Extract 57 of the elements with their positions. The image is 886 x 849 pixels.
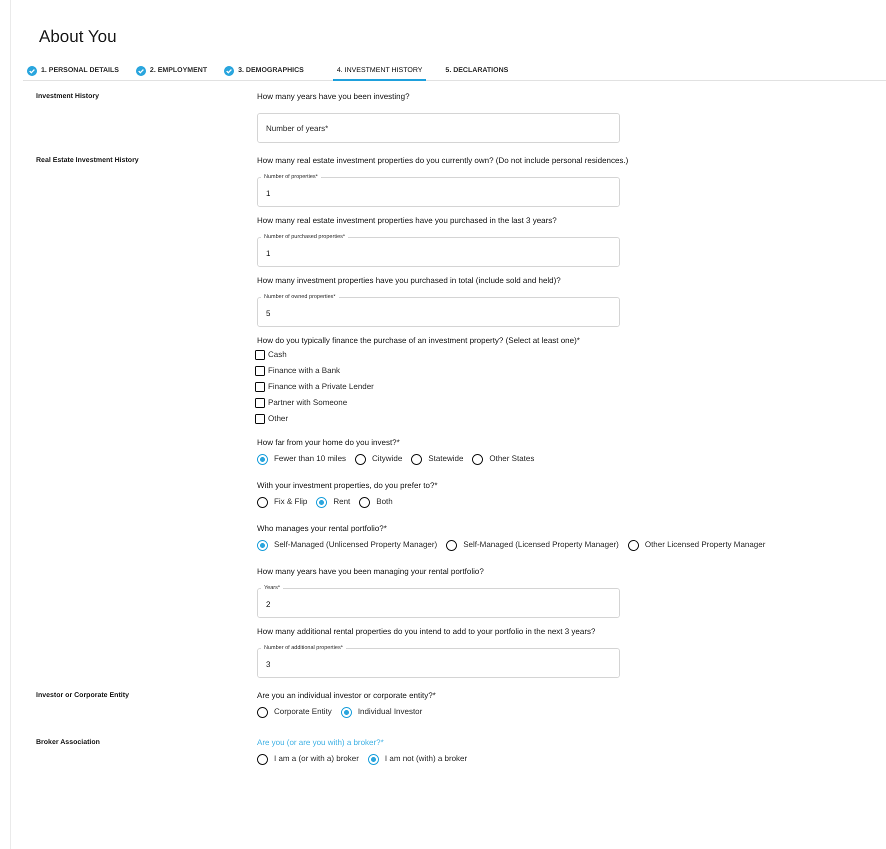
- page-title: About You: [39, 26, 118, 48]
- number-input[interactable]: 2: [258, 591, 619, 617]
- number-input[interactable]: 1: [258, 240, 619, 266]
- checkbox-label: Finance with a Bank: [268, 365, 340, 377]
- number-input[interactable]: Number of years*: [258, 114, 619, 142]
- question-text: Are you (or are you with) a broker?*: [257, 737, 385, 749]
- radio-button[interactable]: [355, 454, 366, 464]
- radio-label: Fewer than 10 miles: [274, 453, 346, 465]
- radio-label: Statewide: [428, 453, 464, 465]
- checkbox-label: Other: [268, 413, 288, 425]
- question-text: How far from your home do you invest?*: [257, 437, 401, 449]
- question-text: How many additional rental properties do you intend to add to your portfolio in the next 3 years?: [257, 626, 596, 638]
- radio-label: Fix & Flip: [274, 496, 308, 508]
- radio-label: Other Licensed Property Manager: [644, 539, 766, 551]
- number-input[interactable]: 5: [258, 300, 619, 326]
- radio-label: I am a (or with a) broker: [274, 753, 359, 765]
- question-text: How many real estate investment properties do you currently own? (Do not include personal residences.): [257, 155, 630, 167]
- radio-button[interactable]: [472, 454, 484, 464]
- checkbox-label: Finance with a Private Lender: [268, 381, 374, 393]
- checkbox[interactable]: [255, 398, 265, 408]
- radio-button[interactable]: [359, 496, 370, 508]
- number-input[interactable]: 3: [258, 651, 619, 677]
- checkbox[interactable]: [255, 350, 265, 360]
- radio-label: Citywide: [372, 453, 402, 465]
- question-text: How do you typically finance the purchase of an investment property? (Select at least one)*: [257, 335, 581, 347]
- radio-label: Both: [376, 496, 393, 508]
- radio-label: Corporate Entity: [274, 706, 332, 718]
- radio-button[interactable]: [257, 540, 268, 550]
- question-text: Are you an individual investor or corporate entity?*: [257, 690, 437, 702]
- radio-label: Self-Managed (Licensed Property Manager): [463, 539, 619, 551]
- checkbox-label: Partner with Someone: [268, 397, 348, 409]
- number-input[interactable]: 1: [258, 180, 619, 206]
- checkbox[interactable]: [255, 414, 265, 424]
- question-text: How many real estate investment properties have you purchased in the last 3 years?: [257, 215, 558, 227]
- radio-button[interactable]: [446, 540, 458, 550]
- radio-label: Individual Investor: [358, 706, 422, 718]
- radio-button[interactable]: [257, 754, 268, 764]
- question-text: How many investment properties have you purchased in total (include sold and held)?: [257, 275, 562, 287]
- radio-button[interactable]: [411, 454, 422, 464]
- question-text: How many years have you been investing?: [257, 91, 411, 103]
- radio-label: Other States: [489, 453, 534, 465]
- radio-button[interactable]: [628, 540, 639, 550]
- radio-button[interactable]: [257, 454, 268, 464]
- radio-button[interactable]: [316, 496, 328, 508]
- question-text: With your investment properties, do you prefer to?*: [257, 480, 439, 492]
- radio-button[interactable]: [368, 754, 379, 764]
- question-text: Who manages your rental portfolio?*: [257, 523, 388, 535]
- radio-label: Self-Managed (Unlicensed Property Manager): [274, 539, 438, 551]
- question-text: How many years have you been managing your rental portfolio?: [257, 566, 485, 578]
- radio-button[interactable]: [340, 706, 352, 718]
- checkbox[interactable]: [255, 382, 265, 392]
- radio-button[interactable]: [257, 706, 268, 718]
- radio-button[interactable]: [257, 496, 268, 508]
- radio-label: I am not (with) a broker: [384, 753, 468, 765]
- radio-label: Rent: [333, 496, 350, 508]
- checkbox[interactable]: [255, 366, 265, 376]
- checkbox-label: Cash: [268, 349, 287, 361]
